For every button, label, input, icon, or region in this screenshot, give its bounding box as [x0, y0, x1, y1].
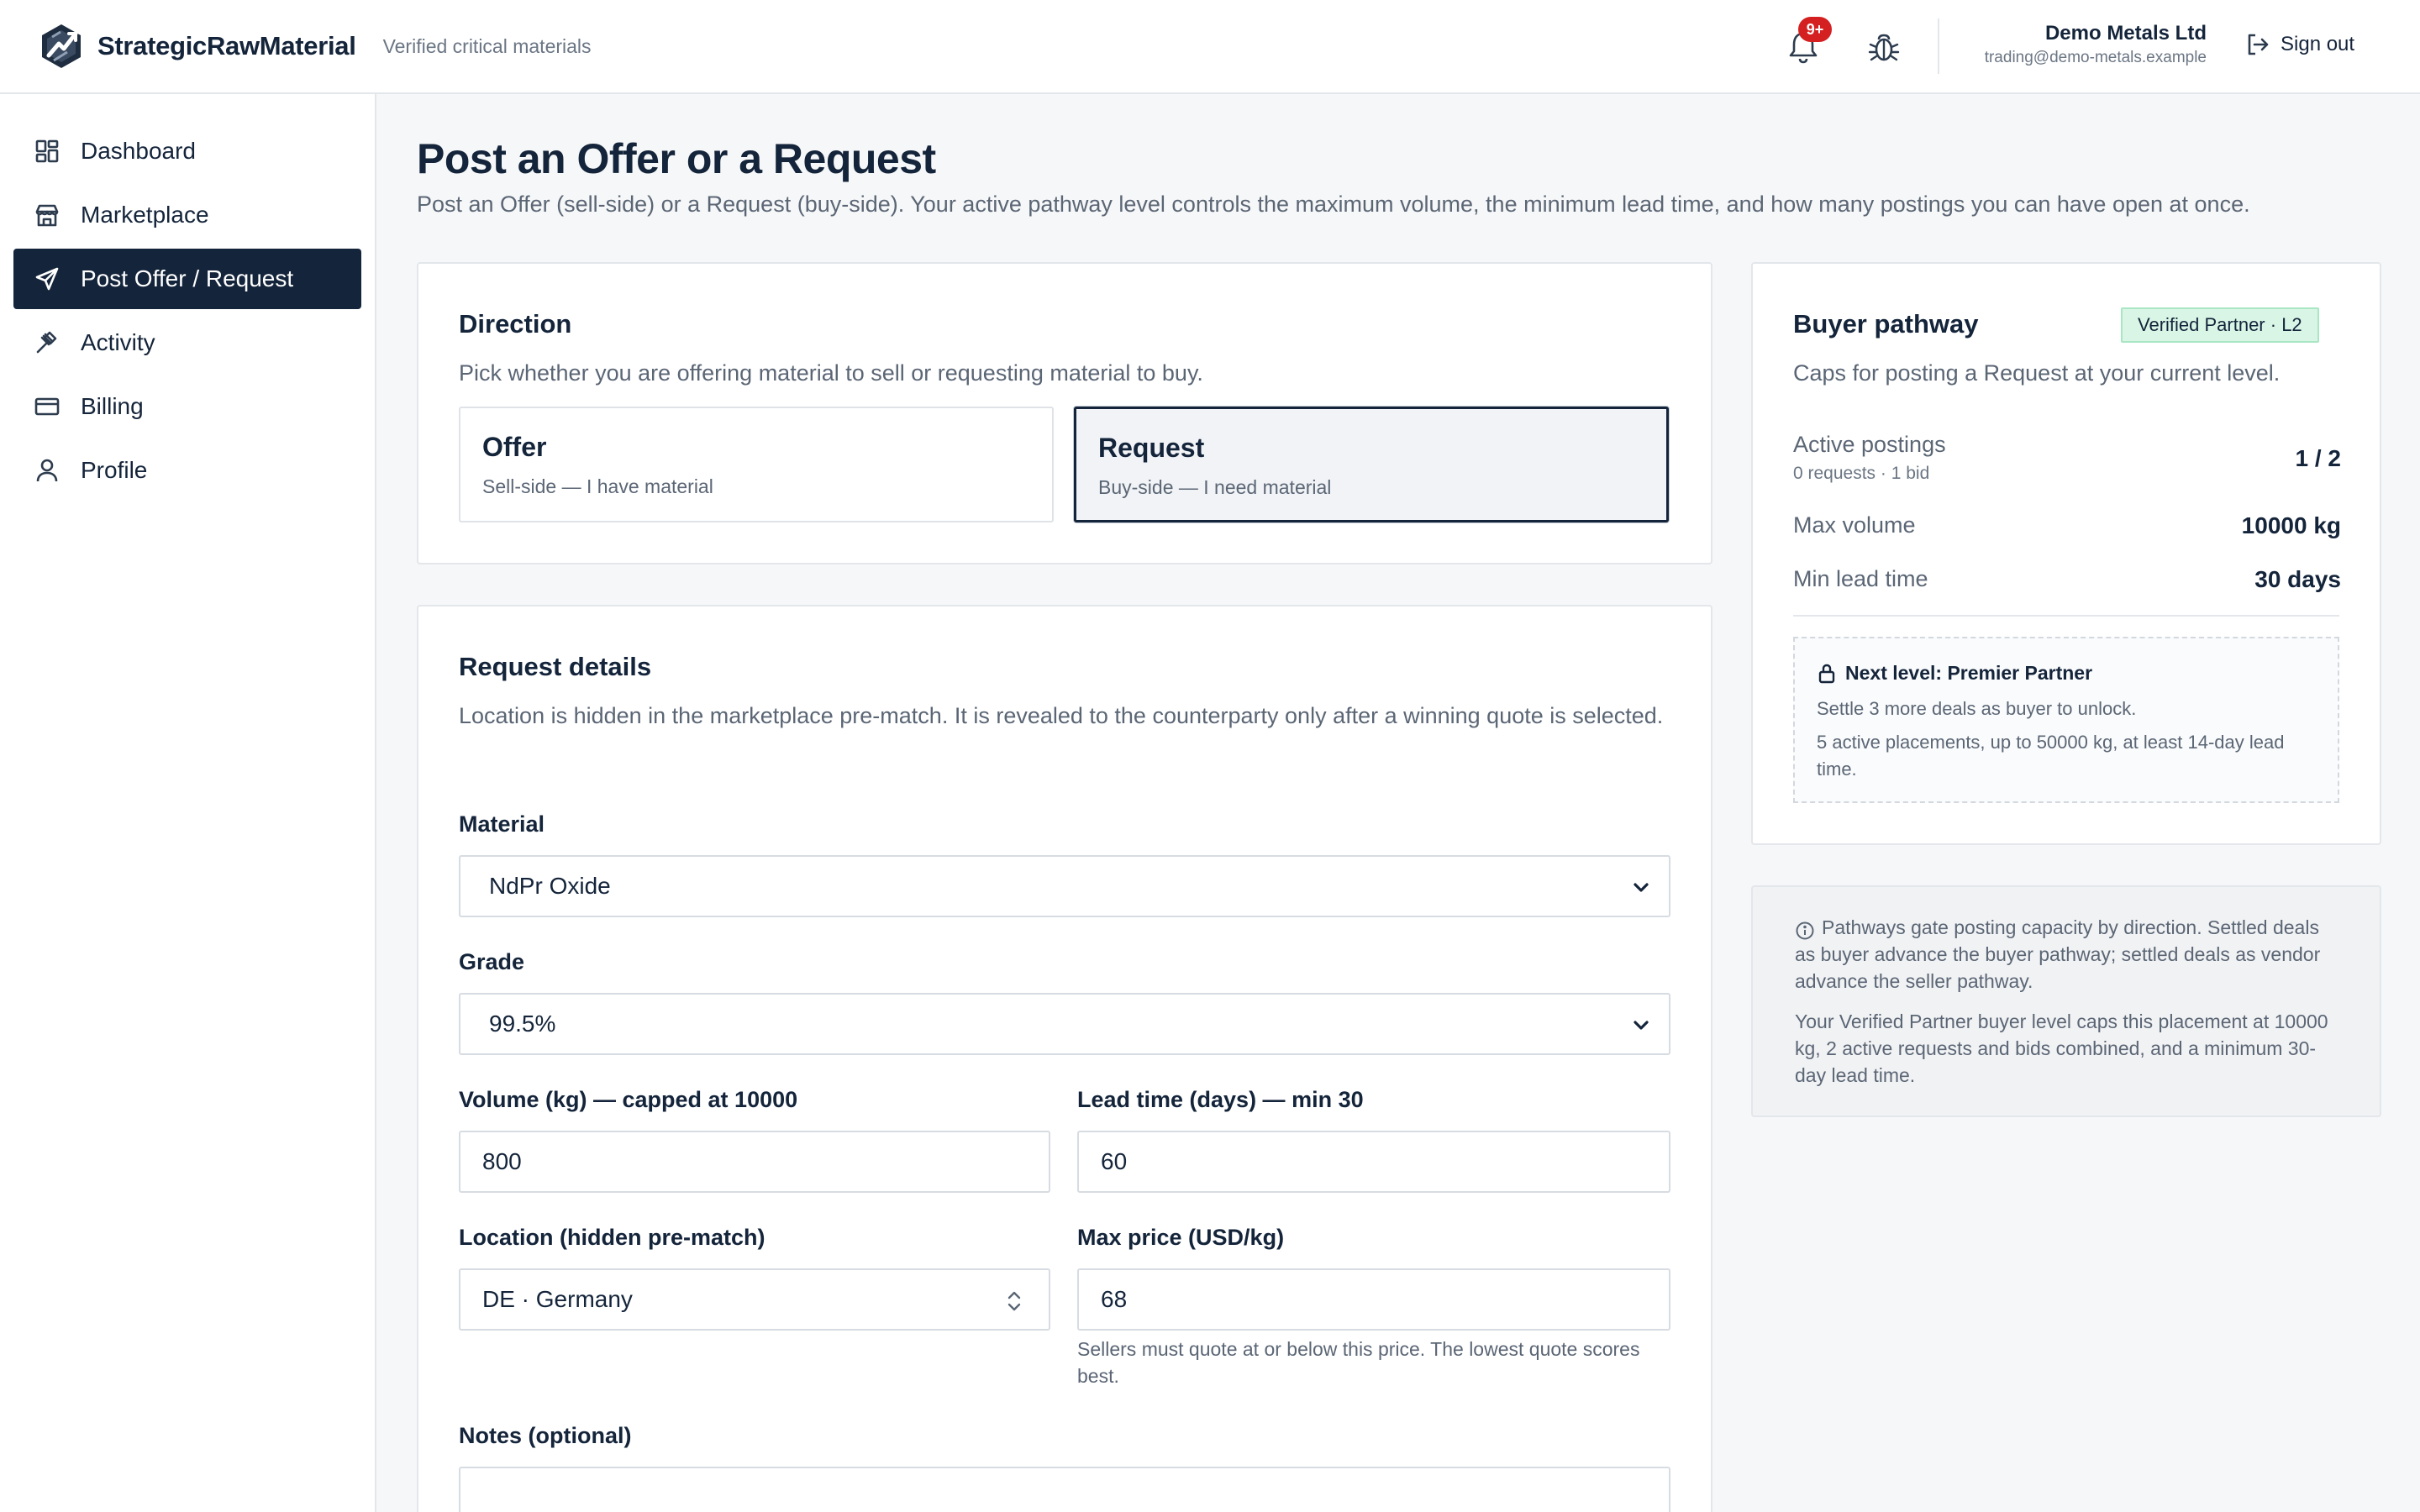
location-select-value: DE · Germany: [482, 1286, 633, 1312]
page-subtitle: Post an Offer (sell-side) or a Request (…: [417, 192, 2250, 217]
next-level-requirement: Settle 3 more deals as buyer to unlock.: [1817, 698, 2137, 719]
request-option[interactable]: Request Buy-side — I need material: [1074, 407, 1669, 522]
active-postings-value: 1 / 2: [2295, 445, 2341, 471]
send-icon: [35, 267, 59, 291]
location-select[interactable]: DE · Germany: [459, 1268, 1050, 1331]
direction-title: Direction: [459, 309, 572, 339]
sidebar-item-marketplace[interactable]: Marketplace: [13, 185, 361, 245]
sidebar-item-dashboard[interactable]: Dashboard: [13, 121, 361, 181]
sidebar-item-profile[interactable]: Profile: [13, 440, 361, 501]
logo-icon: [42, 24, 81, 68]
next-level-box: Next level: Premier Partner Settle 3 mor…: [1793, 637, 2339, 803]
location-label: Location (hidden pre-match): [459, 1225, 765, 1250]
header-divider: [1938, 18, 1939, 74]
next-level-title: Next level: Premier Partner: [1845, 662, 2093, 684]
offer-option[interactable]: Offer Sell-side — I have material: [459, 407, 1054, 522]
top-bar: StrategicRawMaterial Verified critical m…: [0, 0, 2420, 94]
grade-select[interactable]: 99.5%: [459, 993, 1670, 1055]
report-bug-button[interactable]: [1867, 29, 1901, 66]
volume-input[interactable]: 800: [459, 1131, 1050, 1193]
min-lead-time-value: 30 days: [2254, 566, 2341, 592]
max-price-label: Max price (USD/kg): [1077, 1225, 1285, 1250]
sign-out-label: Sign out: [2281, 33, 2355, 55]
offer-option-subtitle: Sell-side — I have material: [482, 475, 713, 497]
sign-out-button[interactable]: Sign out: [2245, 32, 2354, 57]
grade-select-value: 99.5%: [489, 1011, 556, 1037]
account-email: trading@demo-metals.example: [1984, 49, 2207, 66]
sidebar-item-label: Profile: [81, 457, 148, 483]
sidebar-item-label: Dashboard: [81, 138, 196, 164]
active-postings-label: Active postings: [1793, 432, 1946, 457]
min-lead-time-label: Min lead time: [1793, 566, 1928, 591]
lock-icon: [1818, 664, 1835, 683]
max-volume-value: 10000 kg: [2241, 512, 2341, 538]
material-label: Material: [459, 811, 545, 837]
request-details-title: Request details: [459, 652, 652, 681]
sidebar: Dashboard Marketplace Post Offer / Reque…: [0, 94, 376, 1512]
bug-icon: [1868, 34, 1900, 61]
active-postings-breakdown: 0 requests · 1 bid: [1793, 464, 1930, 483]
pathway-level-badge: Verified Partner · L2: [2121, 307, 2319, 343]
select-arrows-icon: [1007, 1291, 1021, 1311]
brand-tagline: Verified critical materials: [382, 34, 592, 57]
max-price-input[interactable]: 68: [1077, 1268, 1670, 1331]
sidebar-item-label: Billing: [81, 393, 144, 419]
max-volume-label: Max volume: [1793, 512, 1916, 538]
lead-time-input[interactable]: 60: [1077, 1131, 1670, 1193]
user-icon: [36, 459, 58, 482]
sidebar-item-billing[interactable]: Billing: [13, 376, 361, 437]
request-option-subtitle: Buy-side — I need material: [1098, 476, 1332, 498]
notification-count-badge: 9+: [1798, 17, 1832, 42]
material-select-value: NdPr Oxide: [489, 873, 611, 899]
notes-textarea[interactable]: [459, 1467, 1670, 1512]
credit-card-icon: [34, 397, 60, 416]
gavel-icon: [36, 331, 57, 354]
brand-name: StrategicRawMaterial: [97, 31, 356, 60]
max-price-input-value: 68: [1101, 1286, 1128, 1312]
pathway-info-paragraph-1: Pathways gate posting capacity by direct…: [1795, 916, 2321, 992]
material-select[interactable]: NdPr Oxide: [459, 855, 1670, 917]
store-icon: [35, 204, 59, 227]
chevron-down-icon: [1634, 1021, 1649, 1030]
sidebar-item-label: Marketplace: [81, 202, 209, 228]
pathway-info-paragraph-2: Your Verified Partner buyer level caps t…: [1795, 1011, 2328, 1086]
buyer-pathway-subtitle: Caps for posting a Request at your curre…: [1793, 360, 2281, 386]
sign-out-icon: [2248, 34, 2269, 55]
volume-input-value: 800: [482, 1148, 522, 1174]
next-level-benefits: 5 active placements, up to 50000 kg, at …: [1817, 732, 2285, 780]
sidebar-item-label: Post Offer / Request: [81, 265, 294, 291]
dashboard-icon: [35, 139, 59, 163]
buyer-pathway-title: Buyer pathway: [1793, 309, 1979, 339]
offer-option-title: Offer: [482, 432, 547, 462]
brand-link[interactable]: StrategicRawMaterial: [37, 22, 356, 71]
sidebar-item-label: Activity: [81, 329, 155, 355]
max-price-help: Sellers must quote at or below this pric…: [1077, 1338, 1640, 1387]
volume-label: Volume (kg) — capped at 10000: [459, 1087, 798, 1112]
grade-label: Grade: [459, 949, 525, 974]
notes-label: Notes (optional): [459, 1423, 632, 1448]
next-level-title-row: Next level: Premier Partner: [1817, 662, 2092, 685]
lead-time-input-value: 60: [1101, 1148, 1128, 1174]
lead-time-label: Lead time (days) — min 30: [1077, 1087, 1364, 1112]
pathway-divider: [1793, 615, 2339, 617]
chevron-down-icon: [1634, 883, 1649, 892]
request-details-subtitle: Location is hidden in the marketplace pr…: [459, 703, 1664, 728]
sidebar-item-activity[interactable]: Activity: [13, 312, 361, 373]
page-title: Post an Offer or a Request: [417, 135, 936, 182]
request-option-title: Request: [1098, 433, 1205, 463]
pathway-info-card: Pathways gate posting capacity by direct…: [1751, 885, 2381, 1117]
account-name: Demo Metals Ltd: [2044, 22, 2207, 45]
direction-subtitle: Pick whether you are offering material t…: [459, 360, 1203, 386]
sidebar-item-post-offer-request[interactable]: Post Offer / Request: [13, 249, 361, 309]
